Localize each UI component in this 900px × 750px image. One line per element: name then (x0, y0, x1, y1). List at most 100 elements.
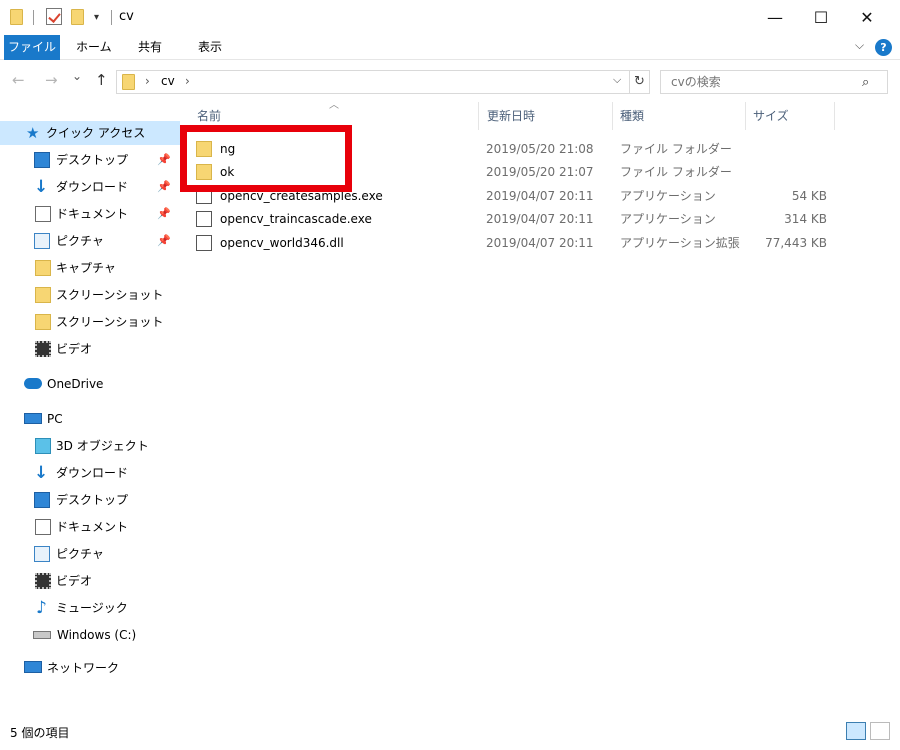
sidebar-item-documents[interactable]: ドキュメント 📌 (0, 202, 180, 226)
file-type: アプリケーション (620, 189, 716, 203)
drive-icon (33, 631, 51, 639)
sidebar-item-screenshots-1[interactable]: スクリーンショット (0, 283, 180, 307)
column-header-size[interactable]: サイズ (753, 102, 789, 130)
breadcrumb-separator[interactable]: › (145, 74, 150, 88)
sidebar-item-pc-pictures[interactable]: ピクチャ (0, 542, 180, 566)
sidebar-item-onedrive[interactable]: OneDrive (0, 372, 180, 396)
sidebar-item-capture[interactable]: キャプチャ (0, 256, 180, 280)
sidebar-item-label: ドキュメント (56, 520, 129, 534)
sidebar-item-label: ダウンロード (56, 180, 129, 194)
sidebar-item-label: スクリーンショット (56, 315, 164, 329)
forward-button[interactable]: → (45, 71, 58, 89)
sidebar-item-label: PC (47, 412, 63, 426)
customize-quick-access-icon[interactable]: ▾ (94, 12, 99, 23)
pin-icon[interactable]: 📌 (157, 148, 171, 172)
sidebar-item-label: OneDrive (47, 377, 104, 391)
new-folder-icon[interactable] (71, 9, 84, 25)
file-row-world346[interactable]: opencv_world346.dll 2019/04/07 20:11 アプリ… (190, 231, 840, 255)
navigation-bar: ← → ⌄ ↑ › cv › ⌵ ↻ ⌕ (0, 66, 900, 98)
highlight-box (180, 125, 352, 192)
sidebar-item-downloads[interactable]: ↓ ダウンロード 📌 (0, 175, 180, 199)
tab-home[interactable]: ホーム (66, 35, 122, 60)
up-button[interactable]: ↑ (95, 71, 108, 89)
back-button[interactable]: ← (12, 71, 25, 89)
help-icon[interactable]: ? (875, 39, 892, 56)
maximize-button[interactable]: ☐ (798, 0, 844, 34)
expand-ribbon-icon[interactable]: ⌵ (855, 38, 864, 53)
close-button[interactable]: ✕ (844, 0, 890, 34)
sidebar-item-label: ドキュメント (56, 207, 129, 221)
properties-icon[interactable] (46, 8, 62, 25)
file-size: 77,443 KB (765, 236, 827, 250)
ribbon-tabs: ファイル ホーム 共有 表示 ⌵ ? (0, 35, 900, 60)
sidebar-item-3d-objects[interactable]: 3D オブジェクト (0, 434, 180, 458)
sidebar-item-music[interactable]: ♪ ミュージック (0, 596, 180, 620)
title-separator (33, 10, 34, 25)
sidebar-item-pc-desktop[interactable]: デスクトップ (0, 488, 180, 512)
file-type: アプリケーション (620, 212, 716, 226)
details-view-button[interactable] (846, 722, 866, 740)
sidebar-item-label: デスクトップ (56, 153, 129, 167)
pin-icon[interactable]: 📌 (157, 202, 171, 226)
breadcrumb-cv[interactable]: cv (161, 74, 175, 88)
sidebar-item-label: Windows (C:) (57, 628, 137, 642)
sidebar-item-pc-documents[interactable]: ドキュメント (0, 515, 180, 539)
column-header-modified[interactable]: 更新日時 (487, 102, 535, 130)
tab-file[interactable]: ファイル (4, 35, 60, 60)
sidebar-item-label: スクリーンショット (56, 288, 164, 302)
download-arrow-icon: ↓ (34, 177, 49, 197)
pictures-icon (34, 233, 50, 249)
sidebar-item-desktop[interactable]: デスクトップ 📌 (0, 148, 180, 172)
sidebar-item-network[interactable]: ネットワーク (0, 656, 180, 680)
tab-view[interactable]: 表示 (188, 35, 232, 60)
sidebar-item-videos[interactable]: ビデオ (0, 337, 180, 361)
video-icon (35, 573, 51, 589)
file-date: 2019/04/07 20:11 (486, 236, 594, 250)
file-type: ファイル フォルダー (620, 165, 732, 179)
sidebar-item-label: ピクチャ (56, 547, 104, 561)
sidebar-item-pc[interactable]: PC (0, 407, 180, 431)
file-date: 2019/05/20 21:08 (486, 142, 594, 156)
sidebar-item-pc-videos[interactable]: ビデオ (0, 569, 180, 593)
dll-file-icon (196, 235, 212, 251)
sidebar-item-pc-downloads[interactable]: ↓ ダウンロード (0, 461, 180, 485)
file-date: 2019/05/20 21:07 (486, 165, 594, 179)
pin-icon[interactable]: 📌 (157, 229, 171, 253)
minimize-button[interactable]: — (752, 0, 798, 34)
pin-icon[interactable]: 📌 (157, 175, 171, 199)
address-bar[interactable]: › cv › ⌵ (116, 70, 630, 94)
star-icon: ★ (26, 124, 40, 142)
pictures-icon (34, 546, 50, 562)
cube-icon (35, 438, 51, 454)
search-icon[interactable]: ⌕ (862, 75, 869, 90)
column-divider[interactable] (834, 102, 835, 130)
sidebar-item-pictures[interactable]: ピクチャ 📌 (0, 229, 180, 253)
sidebar-item-windows-c[interactable]: Windows (C:) (0, 623, 180, 647)
address-dropdown-icon[interactable]: ⌵ (613, 73, 621, 87)
video-icon (35, 341, 51, 357)
tab-share[interactable]: 共有 (128, 35, 172, 60)
file-row-traincascade[interactable]: opencv_traincascade.exe 2019/04/07 20:11… (190, 207, 840, 231)
column-divider[interactable] (478, 102, 479, 130)
recent-locations-button[interactable]: ⌄ (72, 69, 82, 83)
refresh-button[interactable]: ↻ (630, 70, 650, 94)
application-icon (196, 211, 212, 227)
sidebar-item-screenshots-2[interactable]: スクリーンショット (0, 310, 180, 334)
sidebar-item-label: ミュージック (56, 601, 128, 615)
sidebar-item-label: 3D オブジェクト (56, 439, 149, 453)
title-bar: ▾ cv — ☐ ✕ (0, 0, 900, 34)
column-divider[interactable] (612, 102, 613, 130)
folder-icon (122, 74, 135, 90)
cloud-icon (24, 378, 42, 389)
sidebar-item-label: キャプチャ (56, 261, 116, 275)
sidebar-item-quick-access[interactable]: ★ クイック アクセス (0, 121, 180, 145)
column-header-type[interactable]: 種類 (620, 102, 644, 130)
document-icon (35, 206, 51, 222)
sort-ascending-icon: ︿ (329, 100, 339, 111)
large-icons-view-button[interactable] (870, 722, 890, 740)
breadcrumb-separator[interactable]: › (185, 74, 190, 88)
sidebar-item-label: ビデオ (56, 342, 93, 356)
search-input[interactable] (660, 70, 888, 94)
column-divider[interactable] (745, 102, 746, 130)
file-date: 2019/04/07 20:11 (486, 212, 594, 226)
